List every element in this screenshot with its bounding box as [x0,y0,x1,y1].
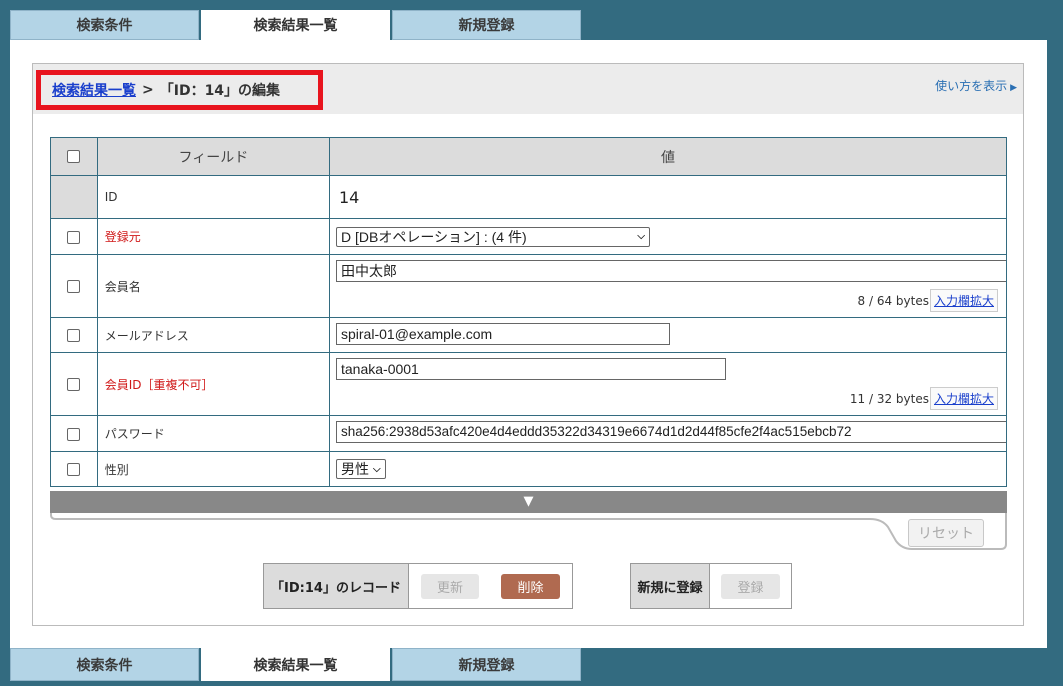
member-id-expand-link[interactable]: 入力欄拡大 [929,387,998,410]
field-label-gender: 性別 [96,451,331,487]
member-name-value-cell: 田中太郎 8 / 64 bytes 入力欄拡大 [329,254,1007,318]
field-label-id: ID [96,175,331,219]
chevron-down-icon: ⌵ [373,463,381,475]
member-name-byte-count: 8 / 64 bytes [857,293,929,308]
member-id-value-cell: tanaka-0001 11 / 32 bytes 入力欄拡大 [329,352,1007,416]
row-checkbox-cell [50,415,98,452]
gender-value-cell: 男性 ⌵ [329,451,1007,487]
table-row-source: 登録元 D [DBオペレーション] : (4 件) ⌵ [50,218,1007,255]
triangle-down-icon: ▼ [523,494,534,509]
field-table: フィールド 値 ID 14 登録元 D [DBオペレーション] : (4 件) ⌵… [50,137,1007,487]
row-checkbox-cell-empty [50,175,98,219]
row-checkbox-member-name[interactable] [67,280,81,293]
tab-search-conditions[interactable]: 検索条件 [10,10,199,40]
row-checkbox-member-id[interactable] [67,378,81,391]
tray-border [50,513,1007,550]
tab-search-results[interactable]: 検索結果一覧 [201,10,390,40]
triangle-right-icon: ▶ [1010,83,1017,93]
select-all-cell [50,137,98,176]
new-action-box: 新規に登録 登録 [630,563,792,609]
new-action-buttons: 登録 [710,564,791,608]
email-input[interactable]: spiral-01@example.com [336,322,670,345]
main-panel: 検索結果一覧 > 「ID：14」の編集 使い方を表示 ▶ フィールド 値 ID 1… [10,40,1047,648]
table-row-email: メールアドレス spiral-01@example.com [50,317,1007,353]
field-label-source: 登録元 [96,218,331,255]
breadcrumb-results-link[interactable]: 検索結果一覧 [52,80,136,100]
register-button[interactable]: 登録 [721,573,780,599]
member-id-input[interactable]: tanaka-0001 [336,358,726,380]
member-name-expand-link[interactable]: 入力欄拡大 [929,289,998,312]
source-select-value: D [DBオペレーション] : (4 件) [341,228,527,245]
breadcrumb-current: 「ID：14」の編集 [159,83,281,99]
row-checkbox-cell [50,451,98,487]
id-value-cell: 14 [329,175,1007,219]
table-footer-tray: リセット [50,513,1007,553]
email-value-cell: spiral-01@example.com [329,317,1007,353]
chevron-down-icon: ⌵ [637,231,645,242]
member-name-input[interactable]: 田中太郎 [336,260,1006,282]
value-column-header: 値 [329,137,1007,176]
table-header-row: フィールド 値 [50,137,1007,176]
record-action-buttons: 更新 削除 [409,564,572,608]
row-checkbox-password[interactable] [67,427,81,441]
bottom-tab-bar: 検索条件 検索結果一覧 新規登録 [10,648,583,681]
table-row-member-id: 会員ID［重複不可］ tanaka-0001 11 / 32 bytes 入力欄… [50,352,1007,416]
field-column-header: フィールド [96,137,331,176]
member-name-bytes-row: 8 / 64 bytes 入力欄拡大 [336,289,1006,312]
table-row-gender: 性別 男性 ⌵ [50,451,1007,487]
field-label-member-name: 会員名 [96,254,331,318]
field-label-member-id: 会員ID［重複不可］ [96,352,331,416]
member-id-bytes-row: 11 / 32 bytes 入力欄拡大 [336,387,1006,410]
reset-button[interactable]: リセット [908,519,984,547]
delete-button[interactable]: 削除 [501,573,560,599]
source-value-cell: D [DBオペレーション] : (4 件) ⌵ [329,218,1007,255]
record-action-label: 「ID:14」のレコード [264,564,409,608]
row-checkbox-email[interactable] [67,329,81,342]
row-checkbox-cell [50,218,98,255]
show-more-bar[interactable]: ▼ [50,491,1007,513]
row-checkbox-gender[interactable] [67,463,81,476]
breadcrumb-separator: > [142,82,154,98]
row-checkbox-cell [50,352,98,416]
gender-select-value: 男性 [341,461,369,477]
record-action-box: 「ID:14」のレコード 更新 削除 [263,563,573,609]
field-label-email: メールアドレス [96,317,331,353]
help-link-label: 使い方を表示 [935,79,1008,93]
row-checkbox-cell [50,317,98,353]
edit-content: 検索結果一覧 > 「ID：14」の編集 使い方を表示 ▶ フィールド 値 ID 1… [32,63,1024,626]
table-row-password: パスワード sha256:2938d53afc420e4d4eddd35322d… [50,415,1007,452]
password-value-cell: sha256:2938d53afc420e4d4eddd35322d34319e… [329,415,1007,452]
new-action-label: 新規に登録 [631,564,710,608]
row-checkbox-source[interactable] [67,230,81,244]
breadcrumb: 検索結果一覧 > 「ID：14」の編集 [36,70,323,110]
help-link[interactable]: 使い方を表示 ▶ [935,77,1017,94]
row-checkbox-cell [50,254,98,318]
password-input[interactable]: sha256:2938d53afc420e4d4eddd35322d34319e… [336,421,1006,443]
header-bar: 検索結果一覧 > 「ID：14」の編集 使い方を表示 ▶ [33,64,1023,114]
tab-new-registration[interactable]: 新規登録 [392,10,581,40]
tab-new-registration[interactable]: 新規登録 [392,648,581,681]
table-row-member-name: 会員名 田中太郎 8 / 64 bytes 入力欄拡大 [50,254,1007,318]
id-value: 14 [339,187,360,207]
update-button[interactable]: 更新 [421,573,479,599]
table-row-id: ID 14 [50,175,1007,219]
field-label-password: パスワード [96,415,331,452]
tab-search-results[interactable]: 検索結果一覧 [201,648,390,681]
source-select[interactable]: D [DBオペレーション] : (4 件) ⌵ [336,226,650,247]
top-tab-bar: 検索条件 検索結果一覧 新規登録 [10,10,583,40]
gender-select[interactable]: 男性 ⌵ [336,459,386,479]
select-all-checkbox[interactable] [67,150,81,163]
member-id-byte-count: 11 / 32 bytes [849,391,929,406]
tab-search-conditions[interactable]: 検索条件 [10,648,199,681]
